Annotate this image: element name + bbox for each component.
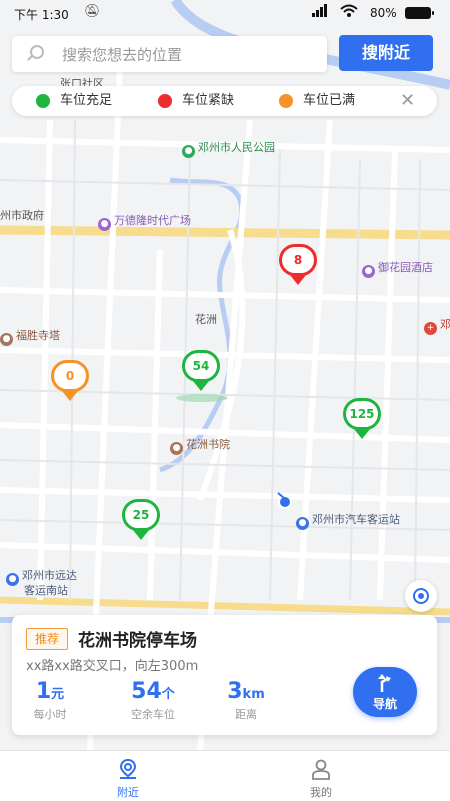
legend-label: 车位充足 — [60, 93, 113, 108]
battery-percent: 80% — [370, 6, 397, 20]
notification-muted-icon: 🔕︎ — [84, 4, 101, 19]
status-bar: 下午 1:30 🔕︎ 80% — [0, 0, 450, 26]
price-caption: 每小时 — [33, 708, 67, 721]
poi-plaza[interactable]: ● 万德隆时代广场 — [98, 212, 191, 231]
tab-nearby[interactable]: 附近 — [88, 751, 168, 801]
pin-tail — [354, 429, 370, 439]
parking-address: xx路xx路交叉口，向左300m — [26, 659, 199, 674]
parking-name: 花洲书院停车场 — [78, 631, 197, 651]
legend-label: 车位紧缺 — [182, 93, 235, 108]
green-dot-icon — [36, 94, 50, 108]
landmark-icon: ● — [170, 442, 183, 455]
spaces-caption: 空余车位 — [131, 708, 175, 721]
parking-pin[interactable]: 0 — [51, 360, 89, 408]
wifi-icon — [340, 4, 358, 17]
bus-icon: ● — [6, 573, 19, 586]
poi-label: 州市政府 — [0, 209, 44, 222]
legend-label: 车位已满 — [303, 93, 356, 108]
poi-bus-station[interactable]: ● 邓州市汽车客运站 — [296, 511, 400, 530]
price-unit: 元 — [51, 687, 65, 702]
red-dot-icon — [158, 94, 172, 108]
close-icon[interactable]: ✕ — [400, 86, 415, 116]
poi-pagoda[interactable]: ● 福胜寺塔 — [0, 327, 60, 346]
parking-pin[interactable]: 125 — [343, 398, 381, 446]
navigate-label: 导航 — [372, 697, 397, 711]
parking-pin[interactable]: 8 — [279, 244, 317, 292]
tab-mine[interactable]: 我的 — [281, 751, 361, 801]
price-value: 1 — [35, 679, 52, 704]
pin-tail — [133, 530, 149, 540]
pin-tail — [62, 391, 78, 401]
search-box[interactable] — [12, 36, 327, 72]
tab-label: 附近 — [117, 786, 139, 799]
turn-arrow-icon — [378, 674, 391, 692]
park-icon: ● — [182, 145, 195, 158]
distance-value: 3 — [227, 679, 243, 704]
nearby-location-icon — [119, 758, 137, 779]
status-time: 下午 1:30 — [14, 8, 69, 22]
spaces-value: 54 — [131, 679, 162, 704]
poi-label: 客运南站 — [24, 584, 68, 597]
stat-price: 1元 每小时 — [26, 679, 74, 722]
bus-icon: ● — [296, 517, 309, 530]
recommend-badge: 推荐 — [26, 628, 68, 650]
poi-park[interactable]: ● 邓州市人民公园 — [182, 139, 275, 158]
orange-dot-icon — [279, 94, 293, 108]
search-icon — [30, 45, 44, 59]
parking-pin-selected[interactable]: 54 — [182, 350, 220, 398]
distance-unit: km — [242, 687, 265, 702]
tab-label: 我的 — [310, 786, 332, 799]
stat-spaces: 54个 空余车位 — [120, 679, 186, 722]
hotel-icon: ● — [362, 265, 375, 278]
pin-tail — [290, 275, 306, 285]
navigate-button[interactable]: 导航 — [353, 667, 417, 717]
bottom-tab-bar: 附近 我的 — [0, 750, 450, 801]
parking-pin[interactable]: 25 — [122, 499, 160, 547]
parking-detail-card[interactable]: 推荐 花洲书院停车场 xx路xx路交叉口，向左300m 1元 每小时 54个 空… — [12, 615, 437, 735]
stat-distance: 3km 距离 — [220, 679, 272, 722]
poi-hotel[interactable]: ● 御花园酒店 — [362, 259, 433, 278]
poi-hospital[interactable]: + 邓 — [424, 316, 450, 335]
battery-icon — [405, 7, 434, 19]
shopping-icon: ● — [98, 218, 111, 231]
locate-button[interactable] — [405, 580, 437, 612]
pin-count: 25 — [122, 499, 160, 531]
pin-count: 54 — [182, 350, 220, 382]
spaces-unit: 个 — [161, 687, 175, 702]
pin-count: 8 — [279, 244, 317, 276]
landmark-icon: ● — [0, 333, 13, 346]
parking-legend: 车位充足 车位紧缺 车位已满 ✕ — [12, 86, 437, 116]
pin-count: 0 — [51, 360, 89, 392]
locate-icon-core — [418, 593, 424, 599]
search-input[interactable] — [60, 40, 319, 70]
user-icon — [312, 759, 330, 780]
pin-tail — [193, 381, 209, 391]
hospital-icon: + — [424, 322, 437, 335]
signal-icon — [312, 4, 327, 17]
search-nearby-button[interactable]: 搜附近 — [339, 35, 433, 71]
distance-caption: 距离 — [235, 708, 257, 721]
pin-count: 125 — [343, 398, 381, 430]
poi-academy[interactable]: ● 花洲书院 — [170, 436, 230, 455]
poi-label: 花洲 — [195, 313, 217, 326]
